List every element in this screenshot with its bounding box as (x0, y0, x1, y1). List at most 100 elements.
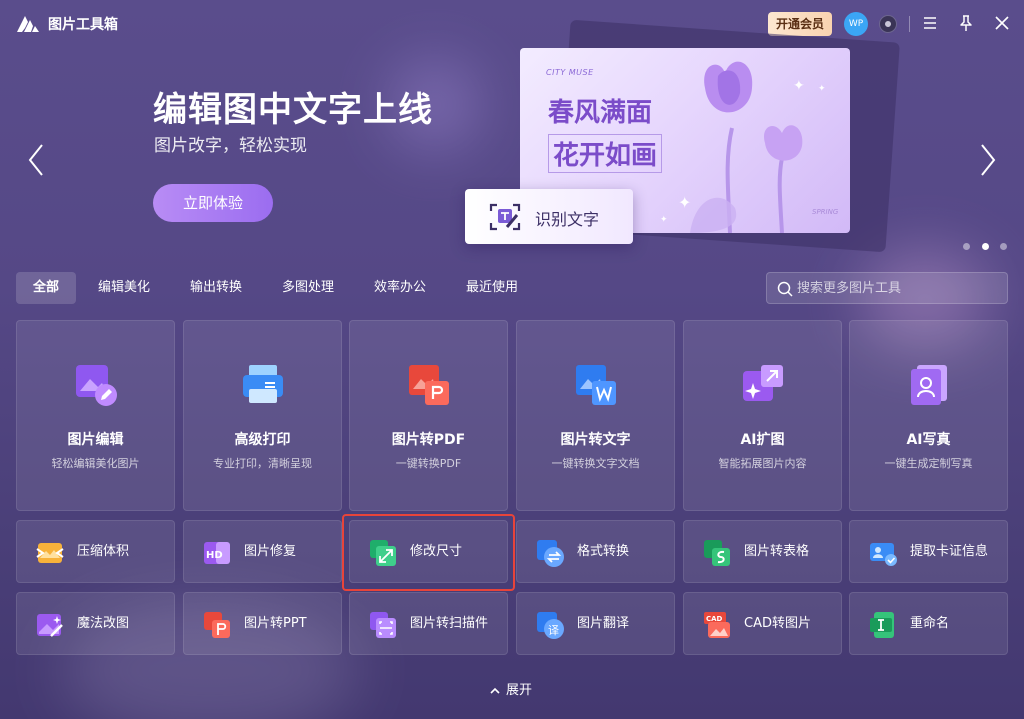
tool-cad-to-image[interactable]: CAD CAD转图片 (683, 592, 842, 655)
expand-button[interactable]: 展开 (489, 681, 549, 701)
ai-portrait-icon (911, 365, 947, 405)
tool-label: 修改尺寸 (410, 544, 463, 559)
tool-image-to-scan[interactable]: 图片转扫描件 (349, 592, 508, 655)
tool-magic-edit[interactable]: 魔法改图 (16, 592, 175, 655)
banner-dot[interactable] (963, 243, 970, 250)
tool-label: 图片翻译 (577, 616, 630, 631)
tab-edit-beautify[interactable]: 编辑美化 (86, 272, 162, 304)
format-convert-icon (537, 540, 564, 567)
tool-resize[interactable]: 修改尺寸 (349, 520, 508, 583)
banner-next-arrow-icon[interactable] (978, 143, 998, 177)
tool-format-convert[interactable]: 格式转换 (516, 520, 675, 583)
menu-icon[interactable] (920, 13, 940, 33)
tool-title: 高级打印 (234, 432, 291, 448)
svg-text:✦: ✦ (660, 215, 668, 225)
tool-title: AI写真 (906, 432, 951, 448)
expand-label: 展开 (506, 683, 533, 698)
tool-rename[interactable]: 重命名 (849, 592, 1008, 655)
tool-desc: 专业打印，清晰呈现 (213, 457, 312, 470)
tab-all[interactable]: 全部 (16, 272, 76, 304)
avatar[interactable]: WP (844, 12, 868, 36)
tool-label: 图片转表格 (744, 544, 810, 559)
svg-text:译: 译 (548, 624, 559, 637)
ocr-label: 识别文字 (535, 210, 600, 229)
tool-image-translate[interactable]: 译 图片翻译 (516, 592, 675, 655)
tool-card-image-edit[interactable]: 图片编辑 轻松编辑美化图片 (16, 320, 175, 511)
close-icon[interactable] (992, 13, 1012, 33)
tool-label: 压缩体积 (77, 544, 130, 559)
tool-id-card-extract[interactable]: 提取卡证信息 (849, 520, 1008, 583)
tool-card-image-to-text[interactable]: 图片转文字 一键转换文字文档 (516, 320, 675, 511)
tab-office[interactable]: 效率办公 (362, 272, 438, 304)
image-to-pdf-icon (409, 365, 449, 405)
tool-image-to-ppt[interactable]: 图片转PPT (183, 592, 342, 655)
tool-label: 魔法改图 (77, 616, 130, 631)
title-bar: 图片工具箱 开通会员 WP (0, 0, 1024, 46)
tab-batch[interactable]: 多图处理 (270, 272, 346, 304)
ocr-chip[interactable]: 识别文字 (465, 189, 633, 244)
svg-text:✦: ✦ (818, 84, 826, 94)
svg-text:CAD: CAD (706, 615, 723, 623)
image-to-ppt-icon (204, 612, 230, 638)
tool-desc: 智能拓展图片内容 (718, 457, 807, 470)
banner-title: 编辑图中文字上线 (153, 90, 433, 130)
banner-dot[interactable] (1000, 243, 1007, 250)
compress-icon (36, 543, 64, 563)
magic-edit-icon (37, 614, 63, 637)
resize-icon (370, 540, 396, 566)
tab-recent[interactable]: 最近使用 (454, 272, 530, 304)
try-now-button[interactable]: 立即体验 (153, 184, 273, 222)
card-text-line1: 春风满面 (548, 98, 653, 128)
tool-title: 图片编辑 (67, 432, 124, 448)
svg-text:✦: ✦ (793, 78, 805, 94)
tool-label: 图片转PPT (244, 616, 307, 631)
search-icon (777, 281, 793, 297)
tool-image-to-sheet[interactable]: 图片转表格 (683, 520, 842, 583)
card-top-tag: CITY MUSE (546, 68, 594, 77)
card-bottom-tag: SPRING (812, 208, 839, 216)
vip-button[interactable]: 开通会员 (768, 12, 832, 36)
image-to-sheet-icon (704, 540, 730, 566)
banner-prev-arrow-icon[interactable] (26, 143, 46, 177)
card-text-line2[interactable]: 花开如画 (548, 134, 663, 173)
svg-text:HD: HD (206, 550, 223, 561)
ai-expand-icon (743, 365, 783, 401)
printer-icon (243, 365, 283, 403)
id-card-icon (870, 543, 897, 566)
hd-repair-icon: HD (204, 542, 230, 564)
tool-desc: 一键生成定制写真 (884, 457, 973, 470)
tab-output-convert[interactable]: 输出转换 (178, 272, 254, 304)
tool-title: 图片转文字 (560, 432, 631, 448)
tool-title: 图片转PDF (391, 432, 466, 448)
tool-image-repair[interactable]: HD 图片修复 (183, 520, 342, 583)
tool-label: 图片修复 (244, 544, 297, 559)
chevron-up-icon (490, 687, 500, 694)
app-logo-icon (17, 16, 39, 32)
ocr-scan-icon (489, 203, 521, 231)
tool-title: AI扩图 (740, 432, 785, 448)
tool-card-ai-expand[interactable]: AI扩图 智能拓展图片内容 (683, 320, 842, 511)
tool-card-advanced-print[interactable]: 高级打印 专业打印，清晰呈现 (183, 320, 342, 511)
tool-desc: 一键转换PDF (395, 457, 462, 470)
search-input[interactable] (797, 273, 1002, 303)
translate-icon: 译 (537, 612, 564, 639)
cad-icon: CAD (704, 612, 730, 638)
pin-icon[interactable] (956, 13, 976, 33)
tool-label: 图片转扫描件 (410, 616, 489, 631)
tool-desc: 轻松编辑美化图片 (51, 457, 140, 470)
rename-icon (870, 612, 894, 638)
banner-subtitle: 图片改字，轻松实现 (154, 136, 307, 156)
tool-label: 提取卡证信息 (910, 544, 989, 559)
tool-label: CAD转图片 (744, 616, 811, 631)
tool-card-ai-portrait[interactable]: AI写真 一键生成定制写真 (849, 320, 1008, 511)
tool-desc: 一键转换文字文档 (551, 457, 640, 470)
search-box[interactable] (766, 272, 1008, 304)
banner-dot-active[interactable] (982, 243, 989, 250)
tool-label: 重命名 (910, 616, 950, 631)
tool-label: 格式转换 (577, 544, 630, 559)
tool-card-image-to-pdf[interactable]: 图片转PDF 一键转换PDF (349, 320, 508, 511)
tool-compress[interactable]: 压缩体积 (16, 520, 175, 583)
scan-icon (370, 612, 396, 638)
image-to-word-icon (576, 365, 616, 405)
coin-icon[interactable] (879, 15, 897, 33)
